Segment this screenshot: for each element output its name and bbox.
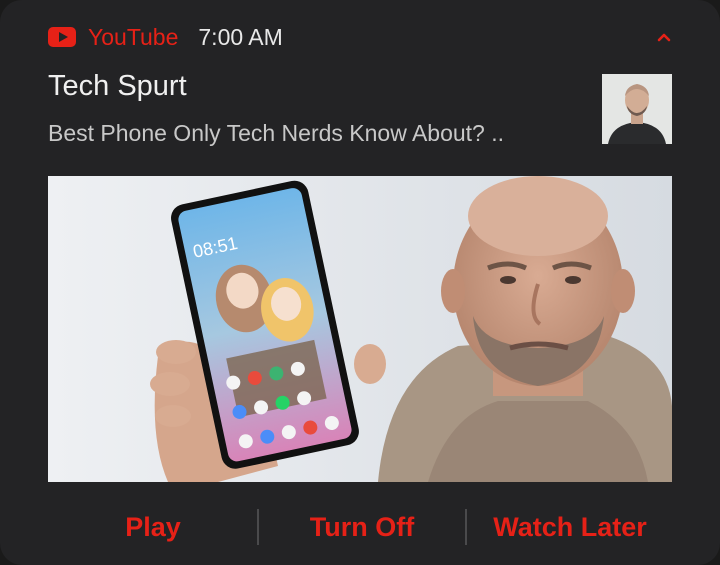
watch-later-button[interactable]: Watch Later	[468, 503, 672, 551]
action-divider	[465, 509, 467, 545]
notification-card[interactable]: YouTube 7:00 AM Tech Spurt Best Phone On…	[0, 0, 720, 565]
app-name: YouTube	[88, 23, 179, 50]
chevron-up-icon[interactable]	[655, 30, 673, 44]
channel-avatar	[602, 74, 672, 144]
channel-name: Tech Spurt	[48, 70, 187, 102]
notification-header: YouTube 7:00 AM	[48, 22, 283, 52]
notification-time: 7:00 AM	[198, 23, 283, 50]
video-title: Best Phone Only Tech Nerds Know About? .…	[48, 120, 505, 146]
turn-off-button[interactable]: Turn Off	[260, 503, 464, 551]
notification-actions: Play Turn Off Watch Later	[48, 503, 672, 551]
play-button[interactable]: Play	[48, 503, 258, 551]
action-divider	[257, 509, 259, 545]
video-thumbnail[interactable]: 08:51	[48, 176, 672, 482]
youtube-logo-icon	[48, 27, 76, 47]
